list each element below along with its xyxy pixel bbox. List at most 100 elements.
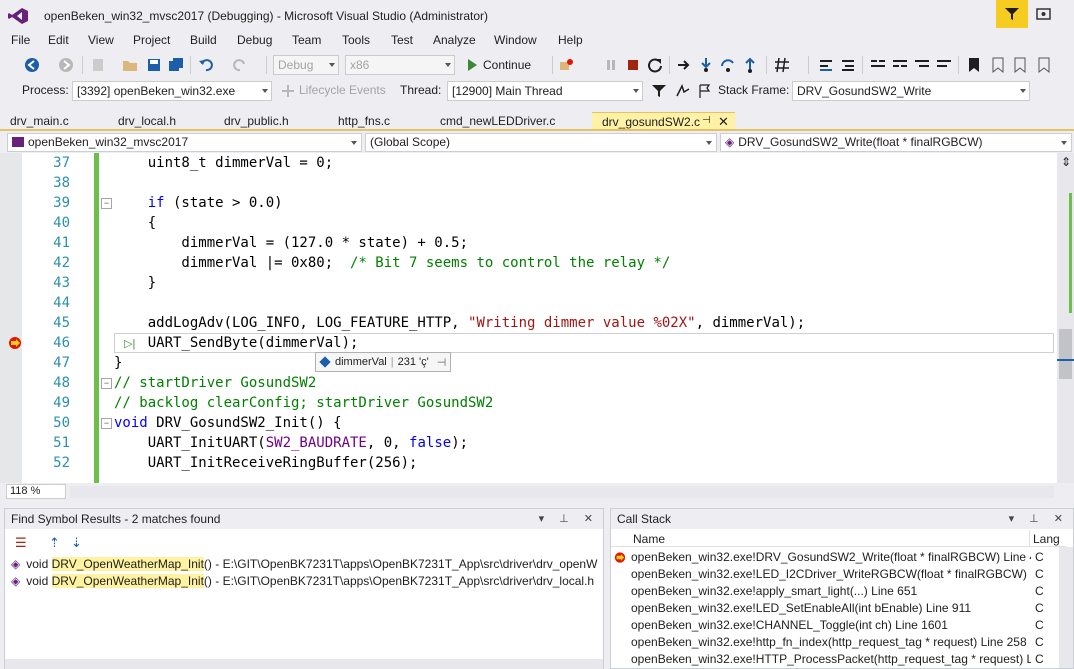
column-language[interactable]: Lang — [1033, 532, 1060, 546]
scroll-thumb[interactable] — [1059, 329, 1072, 379]
list-item[interactable]: ◈ void DRV_OpenWeatherMap_Init() - E:\GIT… — [11, 556, 597, 572]
previous-result-icon[interactable]: ⇡ — [49, 535, 60, 551]
menu-test[interactable]: Test — [389, 33, 415, 47]
table-row[interactable]: openBeken_win32.exe!DRV_GosundSW2_Write(… — [611, 549, 1066, 566]
active-tab-label: drv_gosundSW2.c — [602, 115, 701, 129]
table-row[interactable]: openBeken_win32.exe!http_fn_index(http_r… — [611, 634, 1066, 651]
feedback-icon[interactable] — [1034, 5, 1054, 25]
panel-controls[interactable]: ▾ ⊥ ✕ — [1009, 512, 1069, 525]
lifecycle-events-label[interactable]: Lifecycle Events — [299, 83, 386, 97]
attach-icon[interactable] — [558, 57, 574, 73]
flag-threads-filter-icon[interactable] — [651, 83, 667, 99]
clear-results-icon[interactable]: ☰ — [15, 535, 27, 551]
next-result-icon[interactable]: ⇣ — [71, 535, 82, 551]
horizontal-scrollbar[interactable] — [70, 486, 1054, 498]
zoom-dropdown[interactable]: 118 % — [6, 484, 66, 499]
menu-view[interactable]: View — [86, 33, 116, 47]
menu-file[interactable]: File — [9, 33, 32, 47]
open-file-icon[interactable] — [122, 57, 138, 73]
toggle-breakpoint-icon[interactable] — [818, 57, 834, 73]
window-title: openBeken_win32_mvsc2017 (Debugging) - M… — [44, 9, 488, 23]
column-name[interactable]: Name — [633, 532, 665, 546]
menu-team[interactable]: Team — [290, 33, 323, 47]
pin-datatip-icon[interactable]: ⊣ — [437, 356, 447, 369]
menu-edit[interactable]: Edit — [46, 33, 71, 47]
table-row[interactable]: openBeken_win32.exe!apply_smart_light(..… — [611, 583, 1066, 600]
stop-debugging-icon[interactable] — [625, 57, 641, 73]
project-dropdown[interactable]: openBeken_win32_mvsc2017 — [7, 133, 362, 152]
function-icon: ◈ — [725, 135, 735, 149]
code-editor[interactable]: 37 38 39 40 41 42 43 44 45 46 47 48 49 5… — [0, 153, 1074, 483]
menu-project[interactable]: Project — [131, 33, 172, 47]
undo-icon[interactable] — [198, 57, 214, 73]
stack-frame-dropdown[interactable]: DRV_GosundSW2_Write — [792, 81, 1030, 101]
redo-icon[interactable] — [232, 57, 248, 73]
solution-configuration-dropdown[interactable]: Debug — [273, 55, 339, 75]
hex-display-icon[interactable] — [774, 57, 790, 73]
datatip-popup[interactable]: dimmerVal | 231 'ç' ⊣ — [315, 352, 452, 372]
show-next-statement-icon[interactable] — [676, 57, 692, 73]
panel-header: Call Stack ▾ ⊥ ✕ — [611, 509, 1073, 529]
previous-bookmark-icon[interactable] — [990, 57, 1006, 73]
new-project-icon[interactable] — [90, 57, 106, 73]
horizontal-scrollbar[interactable] — [5, 659, 603, 669]
bookmark-icon[interactable] — [966, 57, 982, 73]
table-row[interactable]: openBeken_win32.exe!HTTP_ProcessPacket(h… — [611, 651, 1066, 668]
breakpoint-margin[interactable] — [0, 153, 22, 483]
run-to-click-icon[interactable]: ▷| — [124, 337, 135, 350]
lifecycle-events-icon[interactable] — [280, 83, 296, 99]
comment-icon[interactable] — [870, 57, 886, 73]
collapse-icon[interactable]: − — [101, 418, 112, 429]
solution-platform-dropdown[interactable]: x86 — [345, 55, 455, 75]
menu-help[interactable]: Help — [556, 33, 585, 47]
menu-debug[interactable]: Debug — [235, 33, 274, 47]
collapse-icon[interactable]: − — [101, 378, 112, 389]
back-icon[interactable] — [24, 57, 40, 73]
forward-icon[interactable] — [58, 57, 74, 73]
uncomment-icon[interactable] — [892, 57, 908, 73]
step-over-icon[interactable] — [720, 57, 736, 73]
notifications-filter-button[interactable] — [996, 0, 1028, 28]
vertical-scrollbar[interactable]: ⇕ — [1057, 153, 1074, 483]
next-bookmark-icon[interactable] — [1012, 57, 1028, 73]
table-row[interactable]: openBeken_win32.exe!LED_I2CDriver_WriteR… — [611, 566, 1066, 583]
function-dropdown[interactable]: ◈ DRV_GosundSW2_Write(float * finalRGBCW) — [720, 133, 1072, 152]
pin-icon[interactable]: ⊣ — [702, 115, 711, 126]
menu-analyze[interactable]: Analyze — [431, 33, 478, 47]
step-out-icon[interactable] — [742, 57, 758, 73]
code-line-52: UART_InitReceiveRingBuffer(256); — [114, 455, 418, 471]
collapse-icon[interactable]: − — [101, 198, 112, 209]
table-row[interactable]: openBeken_win32.exe!CHANNEL_Toggle(int c… — [611, 617, 1066, 634]
outdent-icon[interactable] — [914, 57, 930, 73]
menu-window[interactable]: Window — [492, 33, 539, 47]
save-icon[interactable] — [146, 57, 162, 73]
split-icon[interactable]: ⇕ — [1061, 155, 1071, 169]
process-dropdown[interactable]: [3392] openBeken_win32.exe — [72, 81, 272, 101]
scope-dropdown[interactable]: (Global Scope) — [365, 133, 717, 152]
show-threads-icon[interactable] — [675, 83, 691, 99]
document-tabs: drv_main.c drv_local.h drv_public.h http… — [0, 111, 1074, 131]
menu-build[interactable]: Build — [188, 33, 219, 47]
stack-frame-flag-icon[interactable] — [697, 83, 713, 99]
save-all-icon[interactable] — [168, 57, 184, 73]
indent-icon[interactable] — [936, 57, 952, 73]
table-row[interactable]: openBeken_win32.exe!LED_SetEnableAll(int… — [611, 600, 1066, 617]
vertical-scrollbar[interactable] — [1059, 547, 1073, 668]
restart-icon[interactable] — [647, 57, 663, 73]
change-tracking-bar — [94, 153, 99, 483]
datatip-value[interactable]: 231 'ç' — [398, 356, 429, 368]
step-into-icon[interactable] — [698, 57, 714, 73]
panel-splitter[interactable] — [0, 500, 1074, 508]
menu-tools[interactable]: Tools — [340, 33, 372, 47]
title-bar: openBeken_win32_mvsc2017 (Debugging) - M… — [0, 0, 1074, 32]
panel-controls[interactable]: ▾ ⊥ ✕ — [539, 512, 599, 525]
line-number: 38 — [53, 175, 70, 191]
continue-button[interactable]: Continue — [462, 55, 550, 75]
clear-bookmarks-icon[interactable] — [1036, 57, 1052, 73]
thread-dropdown[interactable]: [12900] Main Thread — [447, 81, 643, 101]
list-item[interactable]: ◈ void DRV_OpenWeatherMap_Init() - E:\GIT… — [11, 573, 594, 589]
close-tab-icon[interactable]: ✕ — [718, 114, 729, 130]
break-all-icon[interactable] — [603, 57, 619, 73]
code-line-47: } — [114, 355, 123, 371]
format-icon[interactable] — [840, 57, 856, 73]
